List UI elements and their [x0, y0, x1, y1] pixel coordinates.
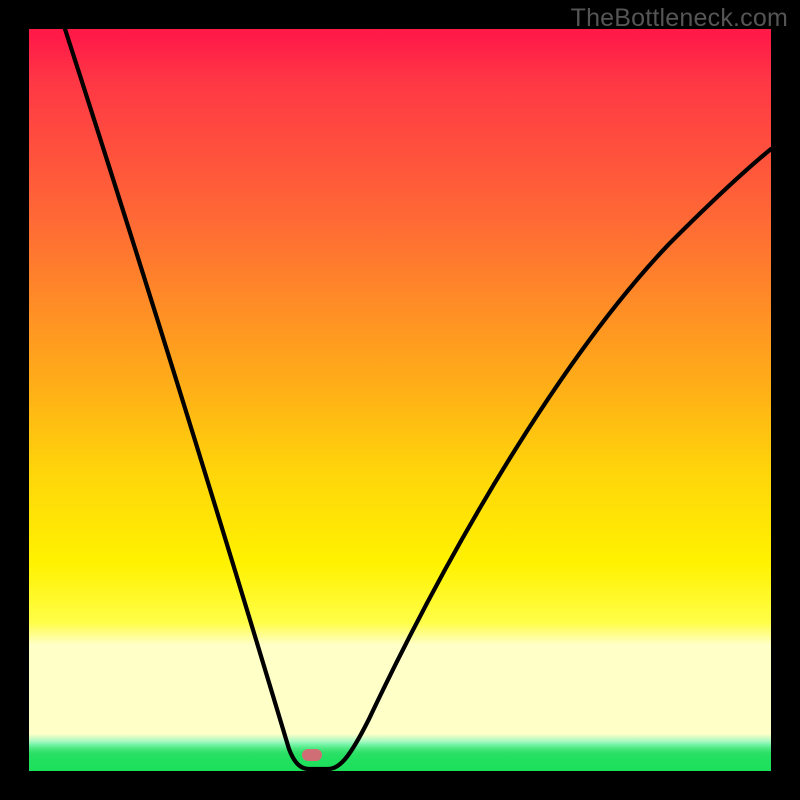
bottleneck-curve — [29, 29, 771, 771]
plot-area — [29, 29, 771, 771]
curve-path — [65, 29, 771, 769]
outer-frame: TheBottleneck.com — [0, 0, 800, 800]
minimum-marker — [302, 749, 322, 761]
